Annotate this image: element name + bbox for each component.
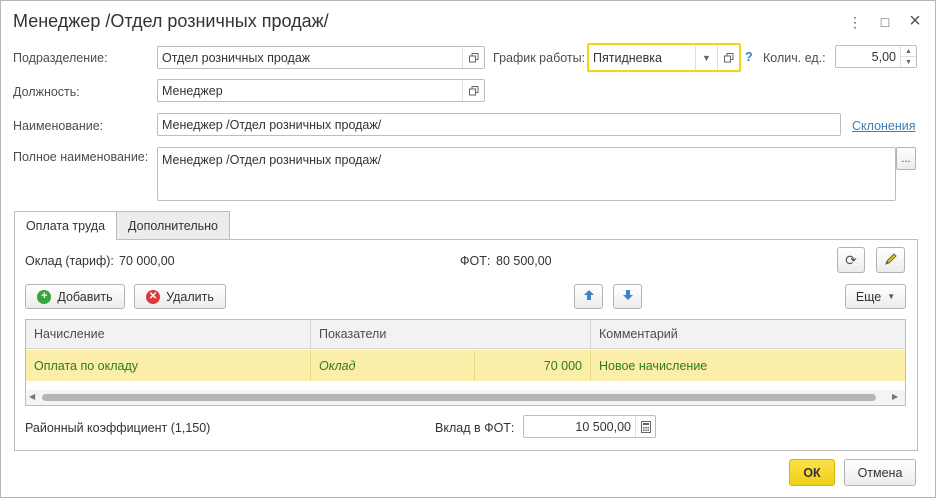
refresh-button[interactable]: ⟳ (837, 247, 865, 273)
quantity-stepper[interactable]: ▲ ▼ (900, 46, 916, 67)
fullname-field[interactable]: Менеджер /Отдел розничных продаж/ (157, 147, 896, 201)
position-label: Должность: (13, 85, 80, 99)
table-header: Начисление Показатели Комментарий (26, 320, 905, 349)
scroll-right-icon[interactable]: ▶ (892, 392, 898, 401)
declension-link[interactable]: Склонения (852, 119, 916, 133)
more-actions-icon[interactable]: ⋮ (844, 11, 866, 33)
fot-contribution-value: 10 500,00 (575, 419, 631, 434)
district-coefficient-label: Районный коэффициент (1,150) (25, 421, 211, 435)
tab-additional[interactable]: Дополнительно (116, 211, 230, 239)
table-row[interactable]: Оплата по окладу Оклад 70 000 Новое начи… (26, 350, 905, 381)
fot-contribution-field[interactable]: 10 500,00 (523, 415, 656, 438)
fot-label: ФОТ: (460, 254, 491, 268)
plus-icon: + (37, 289, 52, 304)
fullname-label: Полное наименование: (13, 150, 149, 164)
schedule-field[interactable]: Пятидневка ▼ (587, 43, 741, 72)
schedule-label: График работы: (493, 51, 586, 65)
chevron-down-icon: ▼ (887, 292, 896, 301)
subdivision-label: Подразделение: (13, 51, 108, 65)
quantity-label: Колич. ед.: (763, 51, 826, 65)
quantity-value: 5,00 (871, 49, 896, 64)
dialog-window: Менеджер /Отдел розничных продаж/ ⋮ □ × … (0, 0, 936, 498)
open-position-icon[interactable] (462, 80, 484, 101)
open-subdivision-icon[interactable] (462, 47, 484, 68)
help-icon[interactable]: ? (745, 50, 753, 64)
add-button-label: Добавить (57, 289, 113, 304)
calculator-icon[interactable] (635, 416, 655, 437)
schedule-value: Пятидневка (593, 50, 662, 65)
move-down-button[interactable] (613, 284, 642, 309)
quantity-field[interactable]: 5,00 ▲ ▼ (835, 45, 917, 68)
subdivision-field[interactable]: Отдел розничных продаж (157, 46, 485, 69)
accrual-cell[interactable]: Оплата по окладу (26, 350, 310, 381)
horizontal-scrollbar[interactable]: ◀ ▶ (26, 390, 905, 405)
arrow-down-icon (622, 289, 634, 304)
move-up-button[interactable] (574, 284, 603, 309)
more-button-label: Еще (855, 289, 882, 304)
amount-cell[interactable]: 70 000 (474, 350, 590, 381)
dropdown-arrow-icon[interactable]: ▼ (695, 45, 717, 70)
more-button[interactable]: Еще ▼ (845, 284, 906, 309)
position-value: Менеджер (162, 83, 223, 98)
indicator-cell[interactable]: Оклад (310, 350, 474, 381)
stepper-up-icon[interactable]: ▲ (901, 46, 916, 57)
subdivision-value: Отдел розничных продаж (162, 50, 311, 65)
accruals-table: Начисление Показатели Комментарий Оплата… (25, 319, 906, 406)
name-field[interactable]: Менеджер /Отдел розничных продаж/ (157, 113, 841, 136)
delete-icon: ✕ (146, 289, 161, 304)
pencil-icon (884, 252, 898, 269)
open-schedule-icon[interactable] (717, 45, 739, 70)
column-header-accrual[interactable]: Начисление (26, 320, 310, 348)
salary-label: Оклад (тариф): (25, 254, 114, 268)
stepper-down-icon[interactable]: ▼ (901, 57, 916, 67)
window-title: Менеджер /Отдел розничных продаж/ (13, 11, 329, 31)
ok-button[interactable]: ОК (789, 459, 835, 486)
scroll-left-icon[interactable]: ◀ (29, 392, 35, 401)
fullname-ellipsis-button[interactable]: ... (896, 147, 916, 170)
add-button[interactable]: + Добавить (25, 284, 125, 309)
salary-value: 70 000,00 (119, 254, 175, 268)
tab-pay[interactable]: Оплата труда (14, 211, 117, 240)
cancel-button[interactable]: Отмена (844, 459, 916, 486)
close-icon[interactable]: × (904, 10, 926, 32)
comment-cell[interactable]: Новое начисление (590, 350, 905, 381)
delete-button[interactable]: ✕ Удалить (134, 284, 226, 309)
column-header-comment[interactable]: Комментарий (590, 320, 905, 348)
arrow-up-icon (583, 289, 595, 304)
column-header-indicators[interactable]: Показатели (310, 320, 590, 348)
position-field[interactable]: Менеджер (157, 79, 485, 102)
name-label: Наименование: (13, 119, 104, 133)
fot-contribution-label: Вклад в ФОТ: (435, 421, 515, 435)
delete-button-label: Удалить (166, 289, 214, 304)
refresh-icon: ⟳ (845, 251, 857, 268)
scrollbar-thumb[interactable] (42, 394, 876, 401)
fot-value: 80 500,00 (496, 254, 552, 268)
edit-button[interactable] (876, 247, 905, 273)
maximize-icon[interactable]: □ (874, 11, 896, 33)
